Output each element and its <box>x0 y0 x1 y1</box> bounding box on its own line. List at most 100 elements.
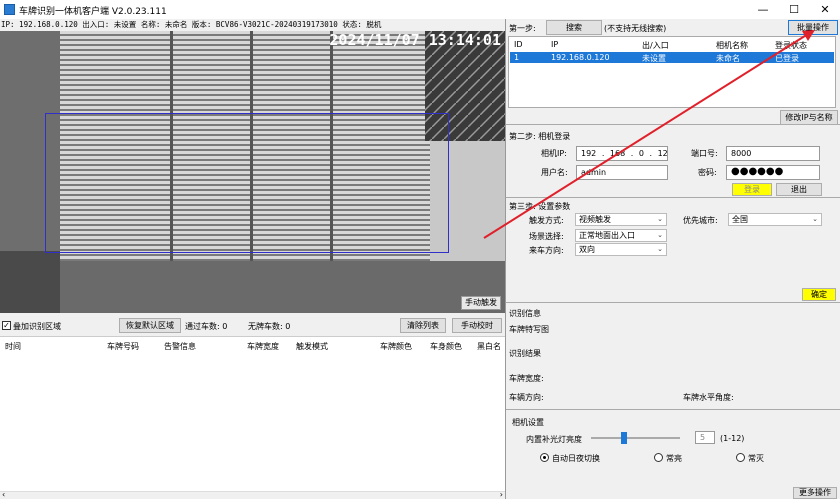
recognition-result-label: 识别结果 <box>509 349 541 358</box>
overlay-roi-checkbox[interactable]: ✓ <box>2 321 11 330</box>
ip-dot: . <box>601 149 605 158</box>
always-on-radio[interactable] <box>654 453 663 462</box>
port-field[interactable]: 8000 <box>726 146 820 161</box>
auto-day-night-radio[interactable] <box>540 453 549 462</box>
step1-section: 第一步: 搜索 (不支持无线搜索) 批量操作 ID IP 出/入口 相机名称 登… <box>506 19 840 125</box>
login-button[interactable]: 登录 <box>732 183 772 196</box>
plate-width-label: 车牌宽度: <box>509 374 544 383</box>
column-header[interactable]: 触发模式 <box>296 341 328 352</box>
username-label: 用户名: <box>541 168 568 177</box>
trigger-mode-value: 视频触发 <box>579 215 611 224</box>
app-window: 车牌识别一体机客户端 V2.0.23.111 — ☐ ✕ IP: 192.168… <box>0 0 840 499</box>
scroll-left-icon[interactable]: ‹ <box>2 490 5 499</box>
column-header[interactable]: 车牌号码 <box>107 341 139 352</box>
video-preview: 2024/11/07 13:14:01 手动触发 <box>0 31 505 313</box>
slider-thumb[interactable] <box>621 432 627 444</box>
port-label: 端口号: <box>691 149 718 158</box>
always-off-radio[interactable] <box>736 453 745 462</box>
column-header[interactable]: 出/入口 <box>642 40 669 51</box>
clear-list-button[interactable]: 清除列表 <box>400 318 446 333</box>
column-header[interactable]: 时间 <box>5 341 21 352</box>
search-button[interactable]: 搜索 <box>546 20 602 35</box>
table-row[interactable]: 1 192.168.0.120 未设置 未命名 已登录 <box>510 52 834 63</box>
video-timestamp: 2024/11/07 13:14:01 <box>329 31 501 49</box>
ip-dot: . <box>649 149 653 158</box>
always-on-label: 常亮 <box>666 454 682 463</box>
batch-operation-button[interactable]: 批量操作 <box>788 20 838 35</box>
auto-day-night-label: 自动日夜切换 <box>552 454 600 463</box>
password-field[interactable]: ●●●●●● <box>726 165 820 180</box>
plate-image-label: 车牌特写图 <box>509 325 549 334</box>
more-operations-button[interactable]: 更多操作 <box>793 487 837 499</box>
username-field[interactable]: admin <box>576 165 668 180</box>
scene-select[interactable]: 正常地面出入口 ⌄ <box>575 229 667 242</box>
column-header[interactable]: 黑白名 <box>477 341 501 352</box>
row-id: 1 <box>514 53 520 62</box>
video-controls: ✓ 叠加识别区域 恢复默认区域 通过车数: 0 无牌车数: 0 清除列表 手动校… <box>0 318 505 334</box>
maximize-icon[interactable]: ☐ <box>779 2 809 18</box>
scroll-right-icon[interactable]: › <box>500 490 503 499</box>
vehicle-direction-label: 车辆方向: <box>509 393 544 402</box>
camera-settings-label: 相机设置 <box>512 418 544 427</box>
device-info-bar: IP: 192.168.0.120 出入口: 未设置 名称: 未命名 版本: B… <box>0 19 505 31</box>
step3-label: 第三步: 设置参数 <box>509 202 571 211</box>
column-header[interactable]: 告警信息 <box>164 341 196 352</box>
fill-light-range: (1-12) <box>720 434 745 443</box>
fill-light-value[interactable]: 5 <box>695 431 715 444</box>
trigger-mode-select[interactable]: 视频触发 ⌄ <box>575 213 667 226</box>
camera-ip-field[interactable]: 192 . 168 . 0 . 120 <box>576 146 668 161</box>
step3-section: 第三步: 设置参数 触发方式: 视频触发 ⌄ 优先城市: 全国 ⌄ 场景选择: … <box>506 199 840 303</box>
step2-label: 第二步: 相机登录 <box>509 132 571 141</box>
step1-label: 第一步: <box>509 24 536 33</box>
window-title: 车牌识别一体机客户端 V2.0.23.111 <box>19 7 167 17</box>
settings-panel: 第一步: 搜索 (不支持无线搜索) 批量操作 ID IP 出/入口 相机名称 登… <box>505 19 840 499</box>
chevron-down-icon: ⌄ <box>657 231 663 239</box>
no-plate-count: 无牌车数: 0 <box>248 322 291 331</box>
chevron-down-icon: ⌄ <box>657 215 663 223</box>
result-table[interactable]: 时间 车牌号码 告警信息 车牌宽度 触发模式 车牌颜色 车身颜色 黑白名 ‹ › <box>0 336 505 499</box>
row-ip: 192.168.0.120 <box>551 53 610 62</box>
direction-select[interactable]: 双向 ⌄ <box>575 243 667 256</box>
direction-label: 来车方向: <box>529 246 564 255</box>
chevron-down-icon: ⌄ <box>812 215 818 223</box>
row-name: 未命名 <box>716 54 740 63</box>
column-header[interactable]: 登录状态 <box>775 40 807 51</box>
password-label: 密码: <box>698 168 717 177</box>
trigger-mode-label: 触发方式: <box>529 216 564 225</box>
overlay-roi-label: 叠加识别区域 <box>13 322 61 331</box>
confirm-button[interactable]: 确定 <box>802 288 836 301</box>
column-header[interactable]: 车身颜色 <box>430 341 462 352</box>
column-header[interactable]: 相机名称 <box>716 40 748 51</box>
fill-light-label: 内置补光灯亮度 <box>526 435 582 444</box>
camera-ip-label: 相机IP: <box>541 149 567 158</box>
device-list[interactable]: ID IP 出/入口 相机名称 登录状态 1 192.168.0.120 未设置… <box>508 36 836 108</box>
ip-part-1: 192 <box>581 149 597 158</box>
modify-ip-name-button[interactable]: 修改IP与名称 <box>780 110 838 125</box>
recognition-region[interactable] <box>45 113 449 253</box>
column-header[interactable]: 车牌宽度 <box>247 341 279 352</box>
column-header[interactable]: IP <box>551 40 558 49</box>
chevron-down-icon: ⌄ <box>657 245 663 253</box>
priority-city-value: 全国 <box>732 215 748 224</box>
recognition-section: 识别信息 车牌特写图 识别结果 车牌宽度: 车辆方向: 车牌水平角度: <box>506 304 840 410</box>
step2-section: 第二步: 相机登录 相机IP: 192 . 168 . 0 . 120 端口号:… <box>506 126 840 198</box>
always-off-label: 常灭 <box>748 454 764 463</box>
camera-settings-section: 相机设置 内置补光灯亮度 5 (1-12) 自动日夜切换 常亮 常灭 更多操作 <box>506 411 840 499</box>
column-header[interactable]: 车牌颜色 <box>380 341 412 352</box>
app-icon <box>4 4 15 15</box>
logout-button[interactable]: 退出 <box>776 183 822 196</box>
row-gate: 未设置 <box>642 54 666 63</box>
restore-default-region-button[interactable]: 恢复默认区域 <box>119 318 181 333</box>
search-hint: (不支持无线搜索) <box>604 24 667 33</box>
minimize-icon[interactable]: — <box>748 2 778 18</box>
ip-part-2: 168 <box>609 149 626 158</box>
horizontal-scrollbar[interactable]: ‹ › <box>0 490 505 499</box>
scene-label: 场景选择: <box>529 232 564 241</box>
manual-calibrate-button[interactable]: 手动校时 <box>452 318 502 333</box>
close-icon[interactable]: ✕ <box>810 2 840 18</box>
fill-light-slider[interactable] <box>591 432 680 444</box>
manual-trigger-button[interactable]: 手动触发 <box>461 296 501 310</box>
priority-city-select[interactable]: 全国 ⌄ <box>728 213 822 226</box>
plate-angle-label: 车牌水平角度: <box>683 393 734 402</box>
column-header[interactable]: ID <box>514 40 523 49</box>
